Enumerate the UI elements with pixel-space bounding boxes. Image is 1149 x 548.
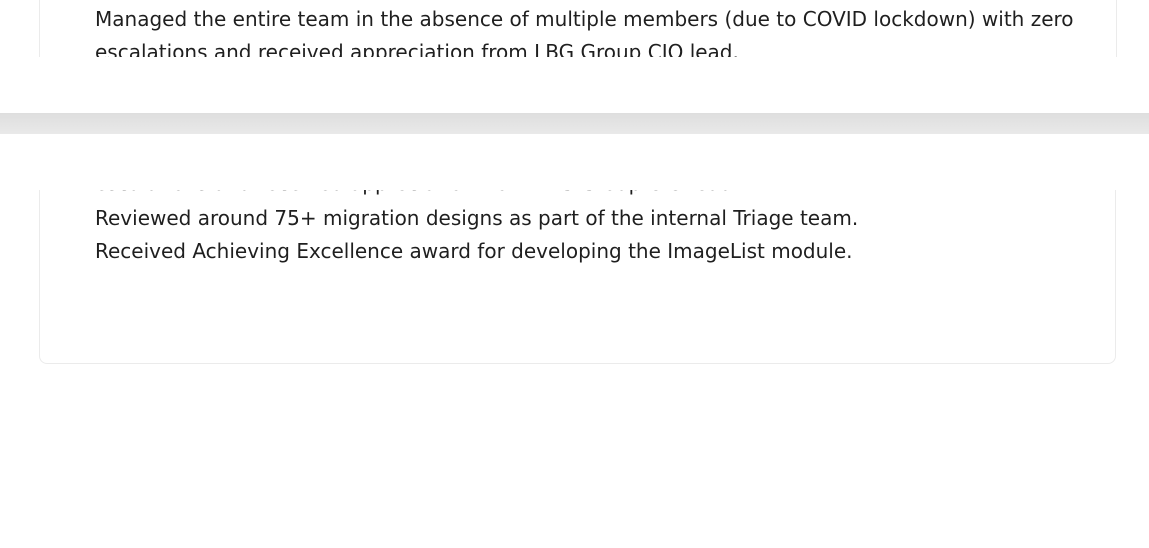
achievement-line-escalations: escalations and received appreciation fr… — [95, 40, 739, 57]
achievement-line-award: Received Achieving Excellence award for … — [95, 239, 853, 263]
achievement-line-escalations-cut: escalations and received appreciation fr… — [95, 190, 739, 200]
achievement-line-covid: Managed the entire team in the absence o… — [95, 7, 1074, 31]
top-pane[interactable]: Managed the entire team in the absence o… — [0, 0, 1149, 113]
bottom-pane[interactable]: escalations and received appreciation fr… — [0, 134, 1149, 548]
achievements-card-top: Managed the entire team in the absence o… — [39, 0, 1117, 57]
pane-splitter[interactable] — [0, 113, 1149, 134]
achievements-card-bottom: escalations and received appreciation fr… — [39, 190, 1116, 364]
achievement-line-triage: Reviewed around 75+ migration designs as… — [95, 206, 859, 230]
